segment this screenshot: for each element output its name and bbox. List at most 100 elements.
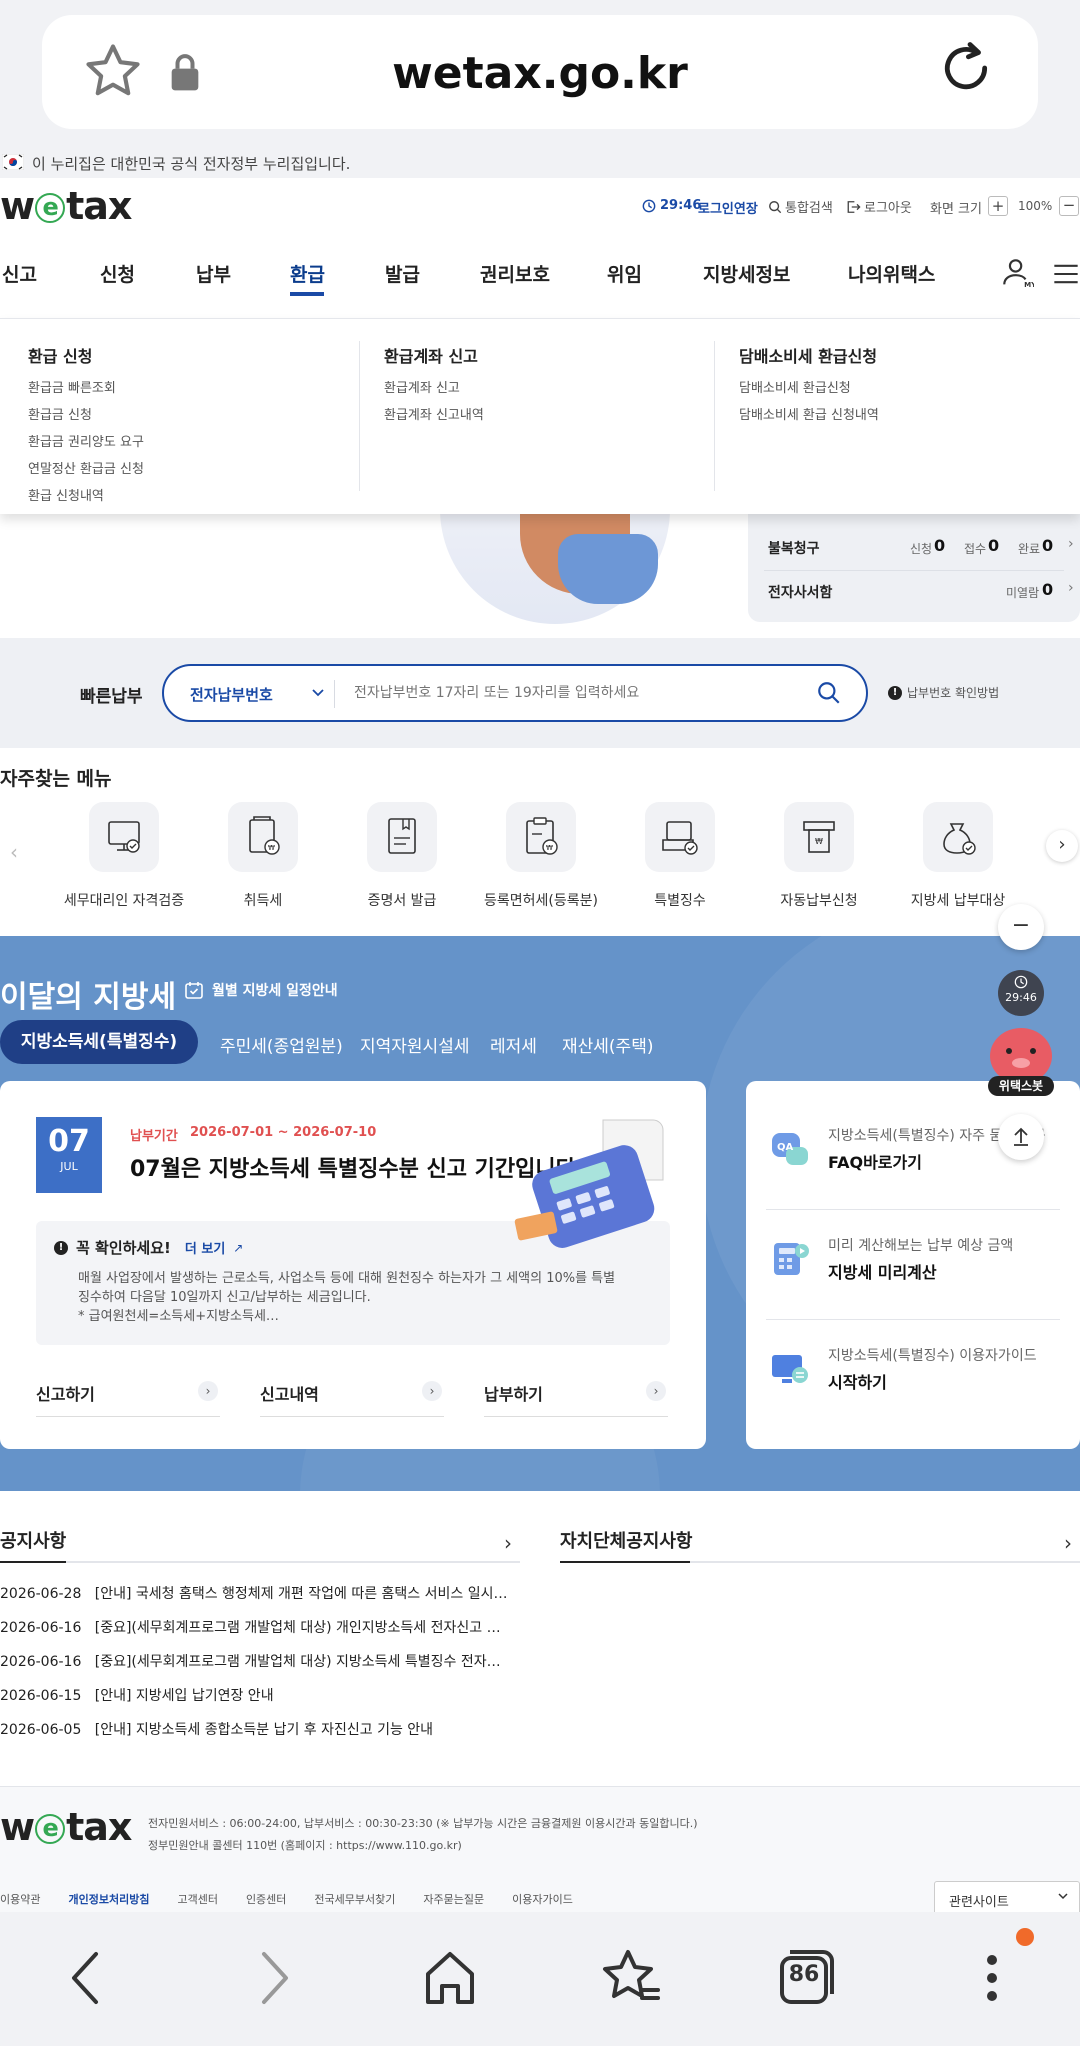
tab-regional-resource[interactable]: 지역자원시설세 [360,1032,469,1057]
related-sites-select[interactable]: 관련사이트 [934,1881,1080,1912]
nav-local-tax-info[interactable]: 지방세정보 [703,260,790,287]
guide-main: 시작하기 [828,1373,887,1392]
zoom-in-button[interactable]: + [988,196,1008,216]
nav-my-wetax[interactable]: 나의위택스 [848,260,935,287]
notice-box-header: ! 꼭 확인하세요! 더 보기 ↗ [54,1237,243,1258]
chevron-down-icon[interactable] [310,684,326,700]
bookmarks-icon[interactable] [598,1946,662,2010]
favorites-prev-button[interactable]: ‹ [10,840,18,864]
fav-item-acquisition-tax[interactable]: ₩ 취득세 [183,802,343,910]
precalc-link[interactable]: 미리 계산해보는 납부 예상 금액 지방세 미리계산 [770,1235,1070,1305]
search-icon[interactable] [816,680,842,706]
more-menu-icon[interactable] [980,1948,1004,2008]
nav-pay[interactable]: 납부 [196,260,231,287]
logo-e: e [35,1814,66,1844]
back-icon[interactable] [62,1948,112,2008]
mega-col-title[interactable]: 환급 신청 [28,343,144,367]
mega-link[interactable]: 환급금 신청 [28,404,144,423]
notice-more-button[interactable]: › [504,1531,512,1555]
appeal-apply-label: 신청 [910,542,933,556]
mega-col-title[interactable]: 환급계좌 신고 [384,343,484,367]
fav-item-tax-agent[interactable]: 세무대리인 자격검증 [44,802,204,910]
fav-item-special-withholding[interactable]: 특별징수 [600,802,760,910]
integrated-search-link[interactable]: 통합검색 [768,197,833,216]
appeal-row[interactable]: 불복청구 신청 0 접수 0 완료 0 › [768,536,1074,560]
mega-link[interactable]: 환급계좌 신고내역 [384,404,484,423]
footer-link-support[interactable]: 고객센터 [177,1891,217,1907]
footer-link-privacy[interactable]: 개인정보처리방침 [68,1891,149,1907]
favorites-next-button[interactable]: › [1046,830,1078,862]
tabs-button[interactable]: 86 [778,1948,836,2006]
fav-item-local-tax-payables[interactable]: 지방세 납부대상 [878,802,1038,910]
payment-number-input[interactable] [354,676,804,710]
table-row[interactable]: 2026-06-28 [안내] 국세청 홈택스 행정체제 개편 작업에 따른 홈… [0,1583,510,1617]
wetax-bot-button[interactable]: 위택스봇 [988,1028,1054,1098]
mega-link[interactable]: 환급금 권리양도 요구 [28,431,144,450]
local-notice-more-button[interactable]: › [1064,1531,1072,1555]
mega-link[interactable]: 연말정산 환급금 신청 [28,458,144,477]
local-notice-title[interactable]: 자치단체공지사항 [560,1527,692,1553]
my-page-icon[interactable]: MY [1000,256,1034,290]
nav-delegation[interactable]: 위임 [607,260,642,287]
payment-number-help-link[interactable]: ! 납부번호 확인방법 [888,684,999,701]
forward-icon[interactable] [248,1948,298,2008]
reload-icon[interactable] [934,36,998,100]
bag-won-icon: ₩ [228,802,298,872]
period-value: 2026-07-01 ~ 2026-07-10 [190,1125,377,1140]
home-icon[interactable] [422,1948,478,2008]
nav-issue[interactable]: 발급 [385,260,420,287]
guide-link[interactable]: 지방소득세(특별징수) 이용자가이드 시작하기 [770,1345,1070,1415]
mega-link[interactable]: 환급금 빠른조회 [28,377,144,396]
mega-link[interactable]: 환급계좌 신고 [384,377,484,396]
tab-resident-employee[interactable]: 주민세(종업원분) [220,1032,343,1057]
mega-link[interactable]: 환급 신청내역 [28,485,144,504]
url-text[interactable]: wetax.go.kr [0,48,1080,99]
floating-timer-value: 29:46 [1005,991,1037,1004]
notice-text: [중요](세무회계프로그램 개발업체 대상) 개인지방소득세 전자신고 … [94,1620,501,1636]
footer-link-tax-offices[interactable]: 전국세무부서찾기 [314,1891,395,1907]
nav-apply[interactable]: 신청 [100,260,135,287]
more-link[interactable]: 더 보기 [185,1238,225,1257]
fav-item-auto-payment[interactable]: ₩ 자동납부신청 [739,802,899,910]
extend-login-button[interactable]: 로그인연장 [698,198,758,217]
notice-title[interactable]: 공지사항 [0,1527,66,1553]
nav-rights[interactable]: 권리보호 [480,260,550,287]
mailbox-row[interactable]: 전자사서함 미열람 0 › [768,580,1074,604]
mega-link[interactable]: 담배소비세 환급 신청내역 [739,404,879,423]
wetax-logo[interactable]: w e tax [0,184,132,228]
report-link-label: 신고하기 [36,1385,95,1404]
footer-link-faq[interactable]: 자주묻는질문 [423,1891,484,1907]
svg-text:₩: ₩ [815,837,823,846]
tab-property-housing[interactable]: 재산세(주택) [562,1032,653,1057]
report-history-link[interactable]: 신고내역 › [260,1381,444,1417]
scroll-top-button[interactable] [998,1114,1044,1160]
zoom-out-button[interactable]: − [1059,196,1079,216]
svg-text:₩: ₩ [268,844,275,852]
monthly-schedule-link[interactable]: 월별 지방세 일정안내 [184,980,338,1000]
footer-link-guide[interactable]: 이용자가이드 [512,1891,573,1907]
table-row[interactable]: 2026-06-15 [안내] 지방세입 납기연장 안내 [0,1685,510,1719]
logout-link[interactable]: 로그아웃 [846,197,912,216]
fav-item-certificate[interactable]: 증명서 발급 [322,802,482,910]
pay-link[interactable]: 납부하기 › [484,1381,668,1417]
tab-leisure[interactable]: 레저세 [490,1032,537,1057]
mega-link[interactable]: 담배소비세 환급신청 [739,377,879,396]
session-timer-floating[interactable]: 29:46 [998,970,1044,1016]
table-row[interactable]: 2026-06-16 [중요](세무회계프로그램 개발업체 대상) 개인지방소득… [0,1617,510,1651]
chevron-right-icon: › [422,1381,442,1401]
table-row[interactable]: 2026-06-05 [안내] 지방소득세 종합소득분 납기 후 자진신고 기능… [0,1719,510,1753]
collapse-button[interactable]: − [998,904,1044,950]
nav-report[interactable]: 신고 [2,260,37,287]
mega-col-title[interactable]: 담배소비세 환급신청 [739,343,879,367]
fav-item-registration-tax[interactable]: ₩ 등록면허세(등록분) [461,802,621,910]
payment-type-select[interactable]: 전자납부번호 [190,684,273,705]
nav-refund[interactable]: 환급 [290,260,325,287]
related-sites-label: 관련사이트 [949,1895,1009,1910]
hamburger-menu-icon[interactable] [1052,260,1080,288]
clock-icon [998,975,1044,989]
tab-local-income-special[interactable]: 지방소득세(특별징수) [0,1020,198,1064]
footer-link-cert[interactable]: 인증센터 [246,1891,286,1907]
footer-link-terms[interactable]: 이용약관 [0,1891,40,1907]
report-link[interactable]: 신고하기 › [36,1381,220,1417]
table-row[interactable]: 2026-06-16 [중요](세무회계프로그램 개발업체 대상) 지방소득세 … [0,1651,510,1685]
